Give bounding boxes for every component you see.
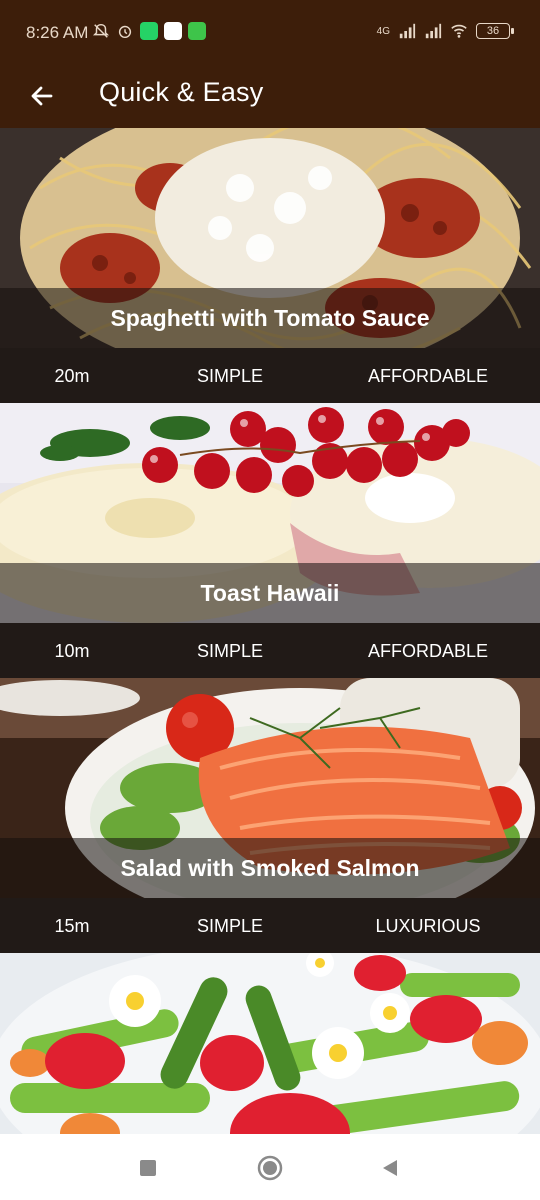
meal-duration: 10m bbox=[54, 641, 90, 661]
page-title: Quick & Easy bbox=[99, 77, 264, 107]
meal-affordability: AFFORDABLE bbox=[367, 366, 489, 386]
meal-image bbox=[0, 953, 540, 1134]
square-recents-icon bbox=[140, 1160, 156, 1176]
circle-home-icon bbox=[257, 1155, 283, 1181]
meal-meta-bar: 20m SIMPLE AFFORDABLE bbox=[0, 348, 540, 403]
status-time: 8:26 AM bbox=[26, 23, 89, 42]
meal-title: Toast Hawaii bbox=[200, 579, 340, 606]
battery-level: 36 bbox=[486, 25, 500, 37]
meal-title-overlay: Spaghetti with Tomato Sauce bbox=[0, 288, 540, 348]
meal-title: Spaghetti with Tomato Sauce bbox=[110, 304, 430, 331]
status-left-icons bbox=[92, 22, 206, 40]
arrow-left-icon bbox=[31, 86, 53, 106]
app-bar: Quick & Easy bbox=[0, 64, 540, 128]
signal-icon bbox=[399, 23, 416, 39]
meal-complexity: SIMPLE bbox=[196, 641, 264, 661]
signal-2-icon bbox=[425, 23, 442, 39]
meal-complexity: SIMPLE bbox=[196, 916, 264, 936]
meal-card[interactable] bbox=[0, 953, 540, 1134]
wifi-icon bbox=[451, 24, 467, 38]
meal-list[interactable]: Spaghetti with Tomato Sauce 20m SIMPLE A… bbox=[0, 128, 540, 1134]
network-type: 4G bbox=[376, 25, 390, 37]
battery-indicator: 36 bbox=[476, 23, 514, 39]
meal-card[interactable]: Spaghetti with Tomato Sauce 20m SIMPLE A… bbox=[0, 128, 540, 403]
status-right-icons: 4G 36 bbox=[376, 22, 514, 40]
mute-bell-icon bbox=[92, 23, 110, 38]
meal-title-overlay: Toast Hawaii bbox=[0, 563, 540, 623]
triangle-back-icon bbox=[383, 1160, 397, 1176]
system-nav-bar bbox=[0, 1134, 540, 1200]
system-back-button[interactable] bbox=[376, 1154, 404, 1182]
status-bar: 8:26 AM 4G 36 bbox=[0, 0, 540, 64]
app-notification-icon bbox=[164, 22, 182, 40]
meal-card[interactable]: Salad with Smoked Salmon 15m SIMPLE LUXU… bbox=[0, 678, 540, 953]
back-button[interactable] bbox=[22, 76, 62, 116]
message-app-icon bbox=[188, 22, 206, 40]
meal-duration: 15m bbox=[54, 916, 90, 936]
meal-meta-bar: 15m SIMPLE LUXURIOUS bbox=[0, 898, 540, 953]
meal-affordability: LUXURIOUS bbox=[375, 916, 481, 936]
recents-button[interactable] bbox=[134, 1154, 162, 1182]
home-button[interactable] bbox=[256, 1154, 284, 1182]
meal-card[interactable]: Toast Hawaii 10m SIMPLE AFFORDABLE bbox=[0, 403, 540, 678]
meal-title: Salad with Smoked Salmon bbox=[120, 854, 420, 881]
meal-meta-bar: 10m SIMPLE AFFORDABLE bbox=[0, 623, 540, 678]
alarm-icon bbox=[118, 25, 132, 39]
whatsapp-icon bbox=[140, 22, 158, 40]
meal-duration: 20m bbox=[54, 366, 90, 386]
meal-affordability: AFFORDABLE bbox=[367, 641, 489, 661]
meal-title-overlay: Salad with Smoked Salmon bbox=[0, 838, 540, 898]
meal-complexity: SIMPLE bbox=[196, 366, 264, 386]
